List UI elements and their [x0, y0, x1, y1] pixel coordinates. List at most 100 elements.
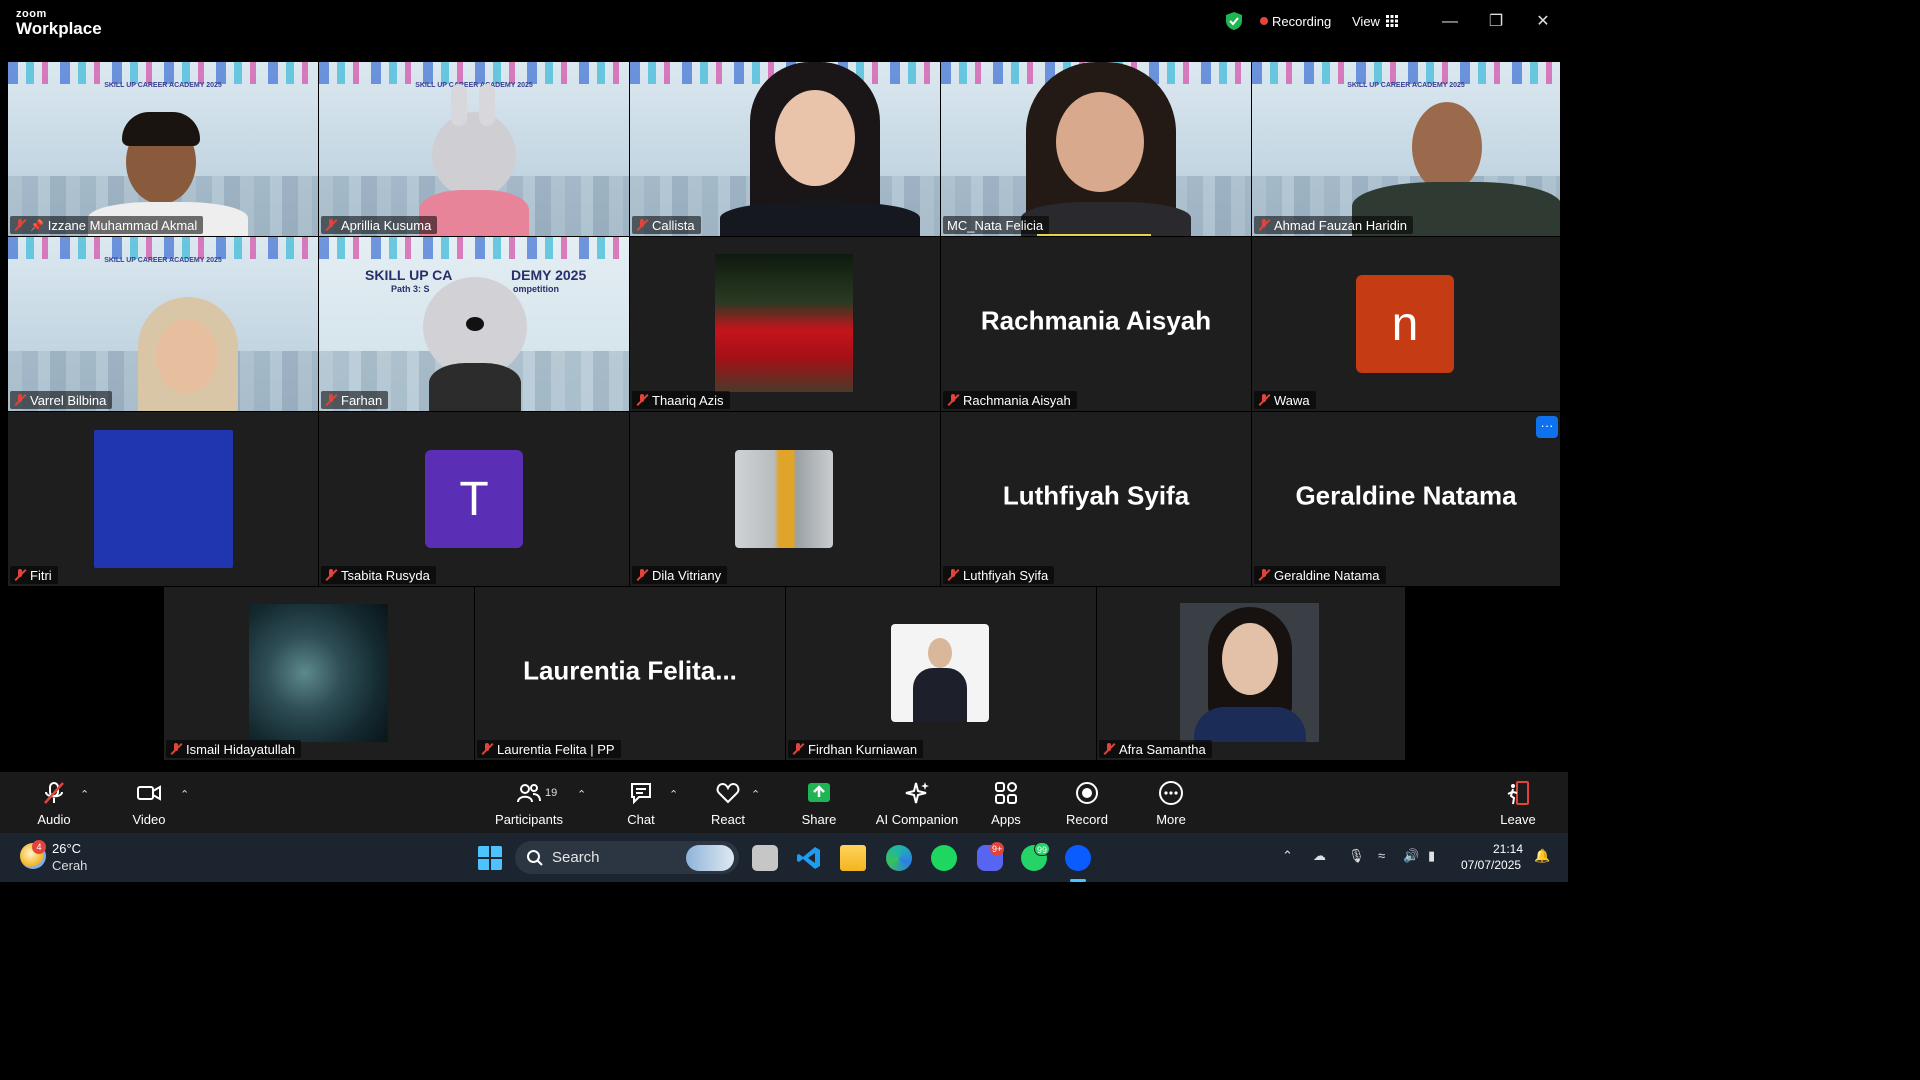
task-view-icon[interactable] [752, 845, 778, 871]
share-screen-icon [808, 783, 830, 802]
mic-muted-icon [1103, 743, 1115, 755]
video-tile-tsabita[interactable]: T Tsabita Rusyda [319, 412, 629, 586]
participants-count: 19 [545, 787, 558, 799]
video-tile-thaariq[interactable]: Thaariq Azis [630, 237, 940, 411]
video-tile-callista[interactable]: Callista [630, 62, 940, 236]
ai-companion-button[interactable]: AI Companion [872, 772, 962, 833]
mic-muted-icon [44, 782, 64, 804]
video-tile-farhan[interactable]: SKILL UP CA DEMY 2025 Path 3: S ompetiti… [319, 237, 629, 411]
view-button[interactable]: View [1352, 14, 1380, 29]
weather-temperature[interactable]: 26°C [52, 841, 81, 856]
audio-button[interactable]: Audio [28, 772, 80, 833]
profile-photo [735, 450, 833, 548]
video-tile-aprillia[interactable]: SKILL UP CAREER ACADEMY 2025 Aprillia Ku… [319, 62, 629, 236]
participant-name-tag: 📌 Izzane Muhammad Akmal [10, 216, 204, 234]
video-tile-rachmania[interactable]: Rachmania Aisyah Rachmania Aisyah [941, 237, 1251, 411]
video-tile-mc-nata[interactable]: MC_Nata Felicia [941, 62, 1251, 236]
apps-button[interactable]: Apps [986, 772, 1026, 833]
participant-name-tag: Laurentia Felita | PP [477, 740, 621, 758]
video-tile-wawa[interactable]: n Wawa [1252, 237, 1560, 411]
video-button[interactable]: Video [124, 772, 174, 833]
more-button[interactable]: More [1150, 772, 1192, 833]
video-tile-firdhan[interactable]: Firdhan Kurniawan [786, 587, 1096, 760]
record-label: Record [1066, 812, 1108, 827]
mic-muted-icon [636, 219, 648, 231]
chat-button[interactable]: Chat [620, 772, 662, 833]
profile-photo-blue [94, 430, 233, 568]
participant-name: Varrel Bilbina [30, 392, 107, 408]
record-icon [1076, 782, 1098, 804]
video-tile-izzane[interactable]: SKILL UP CAREER ACADEMY 2025 📌 Izzane Mu… [8, 62, 318, 236]
mic-muted-icon [325, 219, 337, 231]
volume-icon[interactable]: 🔊 [1403, 848, 1419, 864]
onedrive-icon[interactable]: ☁ [1313, 848, 1326, 864]
close-icon[interactable]: ✕ [1531, 10, 1555, 34]
mic-muted-icon [481, 743, 493, 755]
participant-display-name: Rachmania Aisyah [980, 305, 1212, 336]
react-options-chevron-icon[interactable]: ⌃ [751, 788, 760, 801]
video-tile-laurentia[interactable]: Laurentia Felita... Laurentia Felita | P… [475, 587, 785, 760]
participant-name: Wawa [1274, 392, 1310, 408]
mic-muted-icon [14, 569, 26, 581]
participants-options-chevron-icon[interactable]: ⌃ [577, 788, 586, 801]
participant-name-tag: Thaariq Azis [632, 391, 730, 409]
participant-name: Thaariq Azis [652, 392, 724, 408]
chat-label: Chat [627, 812, 655, 827]
restore-icon[interactable]: ❐ [1484, 10, 1508, 34]
participant-name: Izzane Muhammad Akmal [47, 217, 198, 233]
search-placeholder[interactable]: Search [552, 849, 600, 866]
video-tile-luthfiyah[interactable]: Luthfiyah Syifa Luthfiyah Syifa [941, 412, 1251, 586]
edge-browser-icon[interactable] [886, 845, 912, 871]
taskbar-date[interactable]: 07/07/2025 [1461, 858, 1521, 872]
weather-condition[interactable]: Cerah [52, 858, 87, 873]
audio-options-chevron-icon[interactable]: ⌃ [80, 788, 89, 801]
recording-indicator[interactable]: Recording [1272, 14, 1331, 29]
video-tile-geraldine[interactable]: Geraldine Natama Geraldine Natama [1252, 412, 1560, 586]
mic-muted-icon [1258, 219, 1270, 231]
tile-more-options-button[interactable]: ··· [1536, 416, 1558, 438]
grid-view-icon[interactable] [1386, 15, 1398, 27]
participant-name-tag: Rachmania Aisyah [943, 391, 1077, 409]
pin-icon: 📌 [30, 219, 44, 232]
participant-name-tag: Geraldine Natama [1254, 566, 1386, 584]
wifi-icon[interactable]: ≈ [1378, 848, 1385, 863]
video-tile-ismail[interactable]: Ismail Hidayatullah [164, 587, 474, 760]
participant-name: Fitri [30, 567, 52, 583]
taskbar-time[interactable]: 21:14 [1493, 842, 1523, 856]
bunny-avatar-head [432, 112, 516, 198]
video-options-chevron-icon[interactable]: ⌃ [180, 788, 189, 801]
vscode-icon[interactable] [796, 845, 822, 871]
participant-name: Rachmania Aisyah [963, 392, 1071, 408]
minimize-icon[interactable]: — [1438, 10, 1462, 34]
participant-name: Geraldine Natama [1274, 567, 1380, 583]
mic-muted-icon [325, 569, 337, 581]
react-button[interactable]: React [706, 772, 750, 833]
notification-bell-icon[interactable]: 🔔 [1534, 848, 1550, 864]
video-tile-dila[interactable]: Dila Vitriany [630, 412, 940, 586]
video-tile-ahmad[interactable]: SKILL UP CAREER ACADEMY 2025 Ahmad Fauza… [1252, 62, 1560, 236]
participants-button[interactable]: Participants [490, 772, 568, 833]
file-explorer-icon[interactable] [840, 845, 866, 871]
profile-photo [891, 624, 989, 722]
encryption-shield-icon[interactable] [1224, 11, 1244, 31]
chat-options-chevron-icon[interactable]: ⌃ [669, 788, 678, 801]
background-subtitle: Path 3: S [391, 284, 430, 294]
video-tile-fitri[interactable]: Fitri [8, 412, 318, 586]
battery-icon[interactable]: ▮ [1428, 848, 1435, 864]
windows-taskbar: 4 26°C Cerah Search 9+ 99 ⌃ ☁ 🎙 ≈ 🔊 ▮ 21… [0, 833, 1568, 882]
leave-label: Leave [1500, 812, 1536, 827]
windows-start-icon[interactable] [477, 845, 503, 871]
background-banner: SKILL UP CAREER ACADEMY 2025 [104, 257, 222, 264]
video-tile-afra[interactable]: Afra Samantha [1097, 587, 1405, 760]
microphone-icon[interactable]: 🎙 [1348, 848, 1365, 864]
video-tile-varrel[interactable]: SKILL UP CAREER ACADEMY 2025 Varrel Bilb… [8, 237, 318, 411]
record-button[interactable]: Record [1064, 772, 1110, 833]
mic-muted-icon [947, 394, 959, 406]
share-button[interactable]: Share [798, 772, 840, 833]
zoom-app-icon[interactable] [1065, 845, 1091, 871]
tray-overflow-chevron-icon[interactable]: ⌃ [1282, 848, 1293, 864]
participant-name-tag: Wawa [1254, 391, 1316, 409]
spotify-icon[interactable] [931, 845, 957, 871]
leave-button[interactable]: Leave [1497, 772, 1539, 833]
background-banner: DEMY 2025 [511, 267, 587, 283]
